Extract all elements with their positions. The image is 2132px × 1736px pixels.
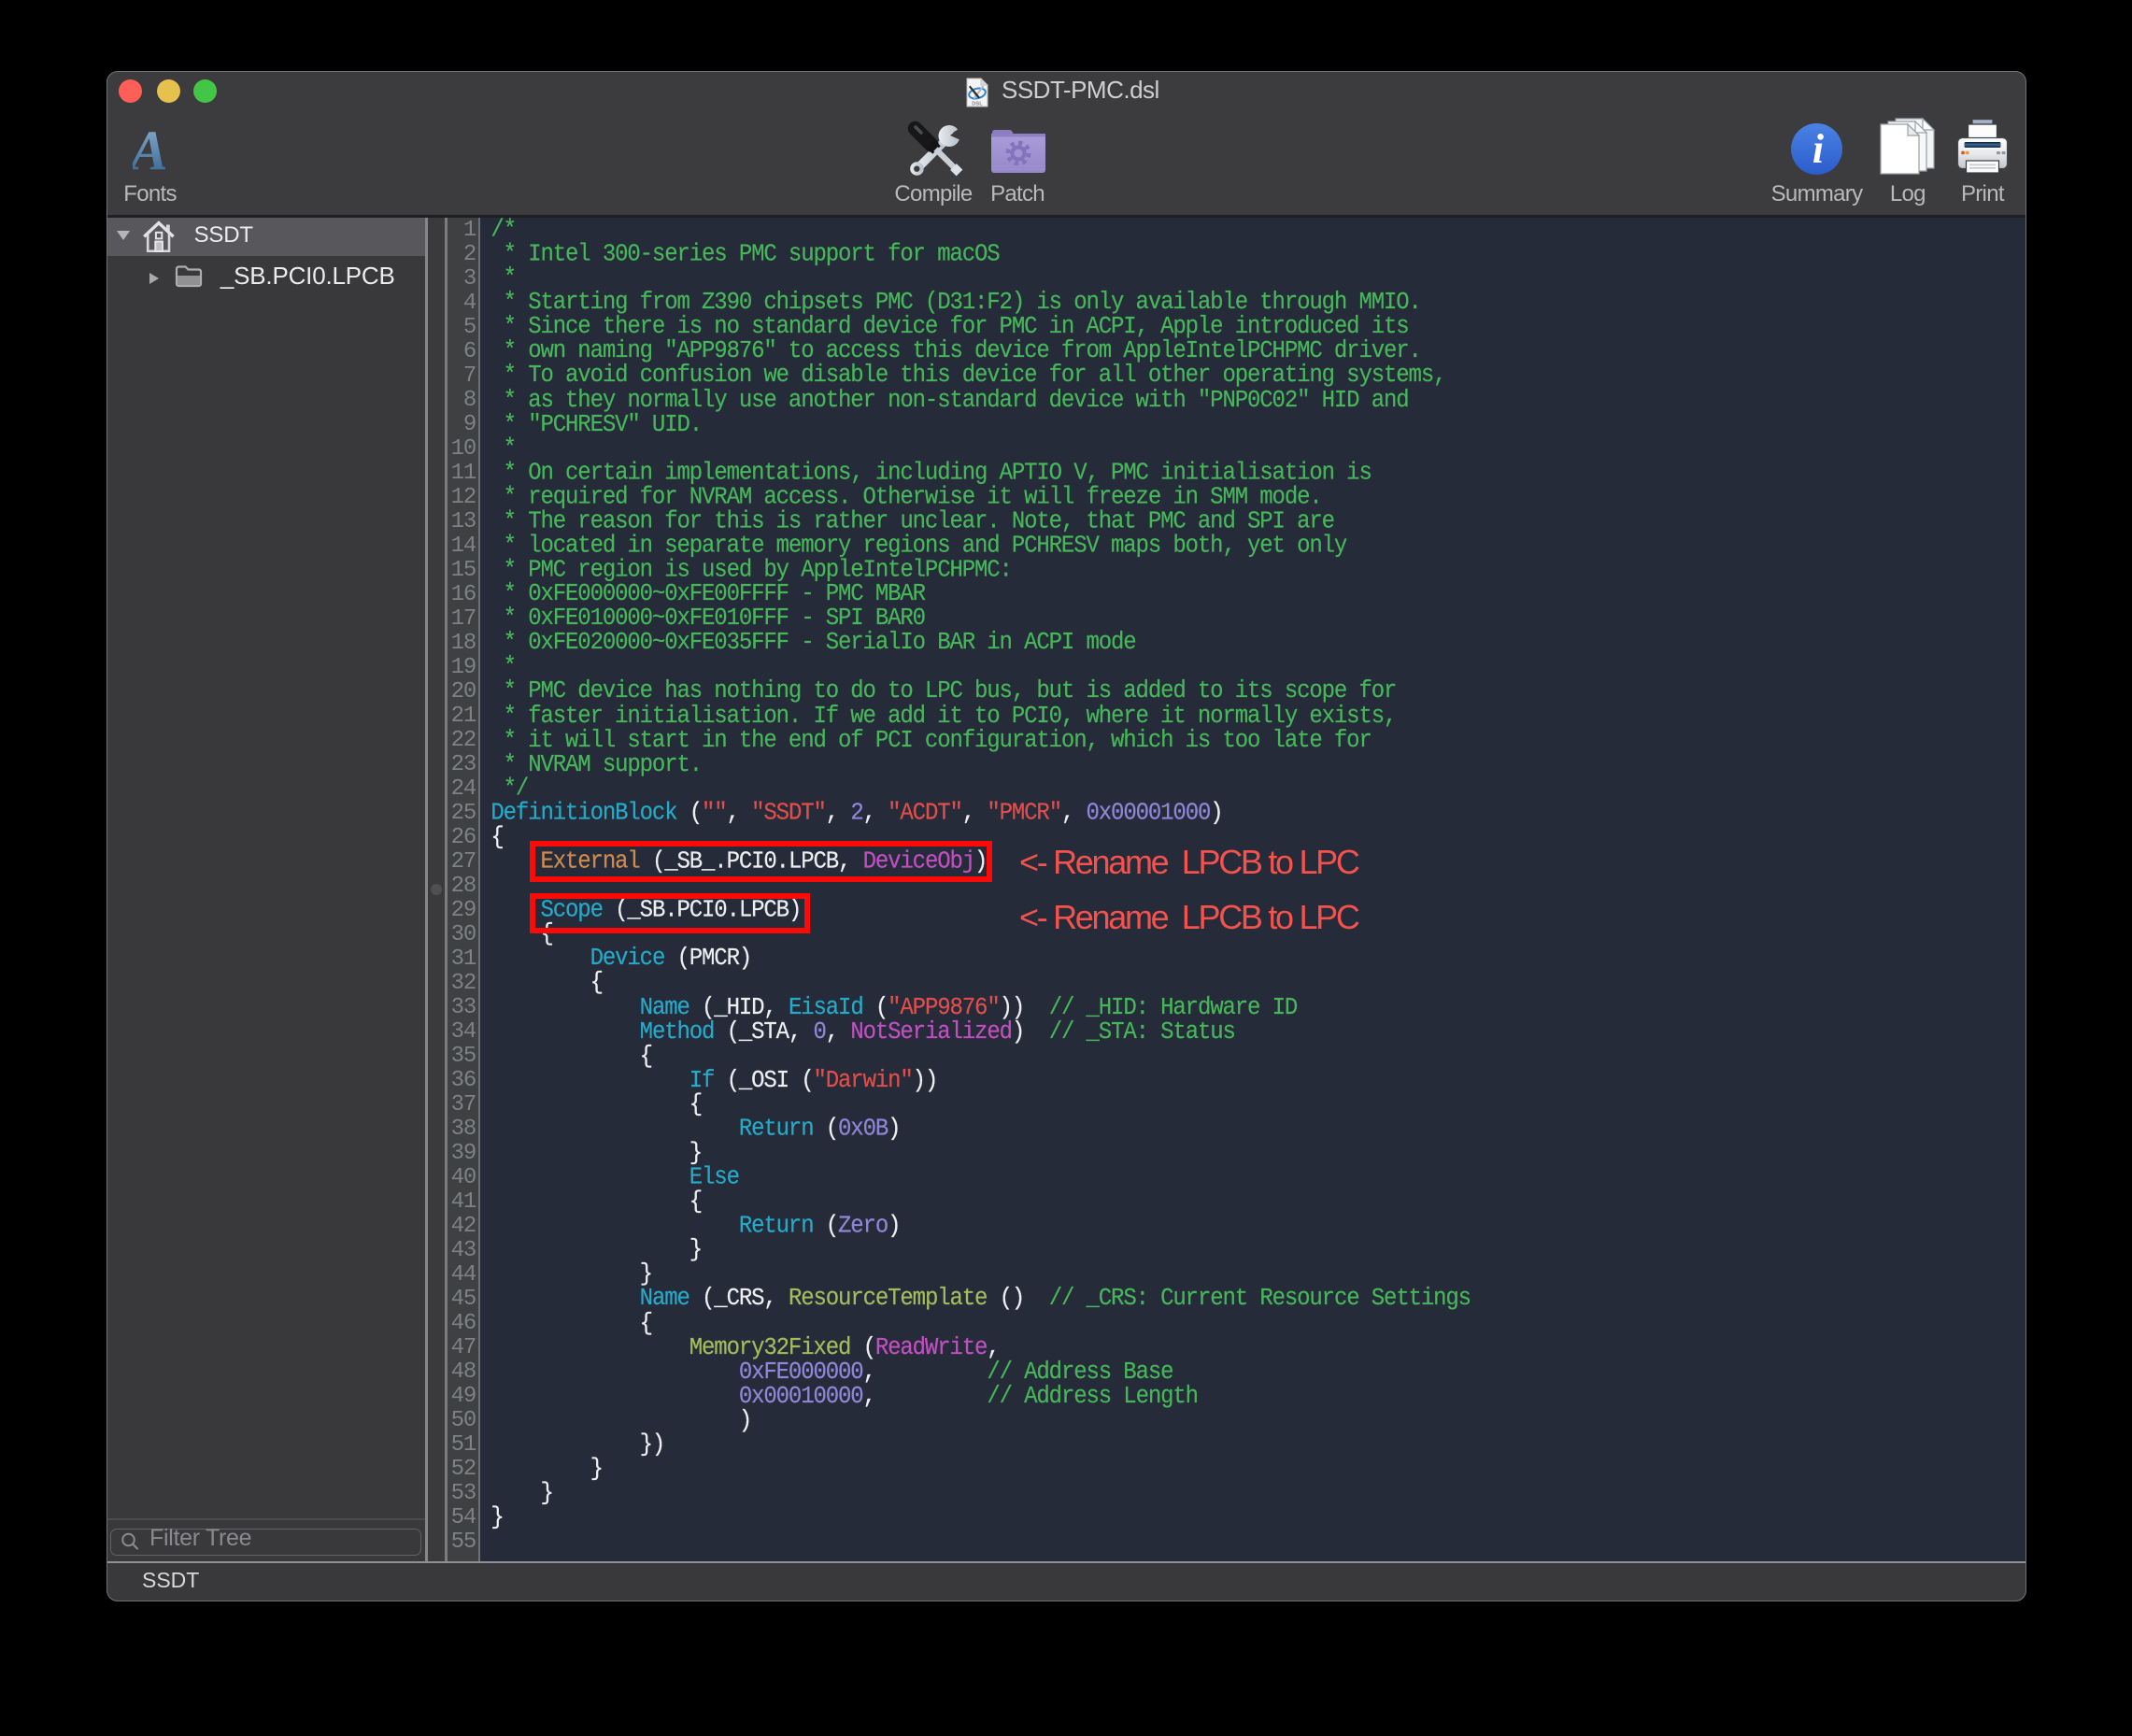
svg-text:A: A — [133, 126, 168, 173]
svg-text:i: i — [1812, 126, 1825, 172]
svg-text:DSL: DSL — [972, 102, 983, 107]
